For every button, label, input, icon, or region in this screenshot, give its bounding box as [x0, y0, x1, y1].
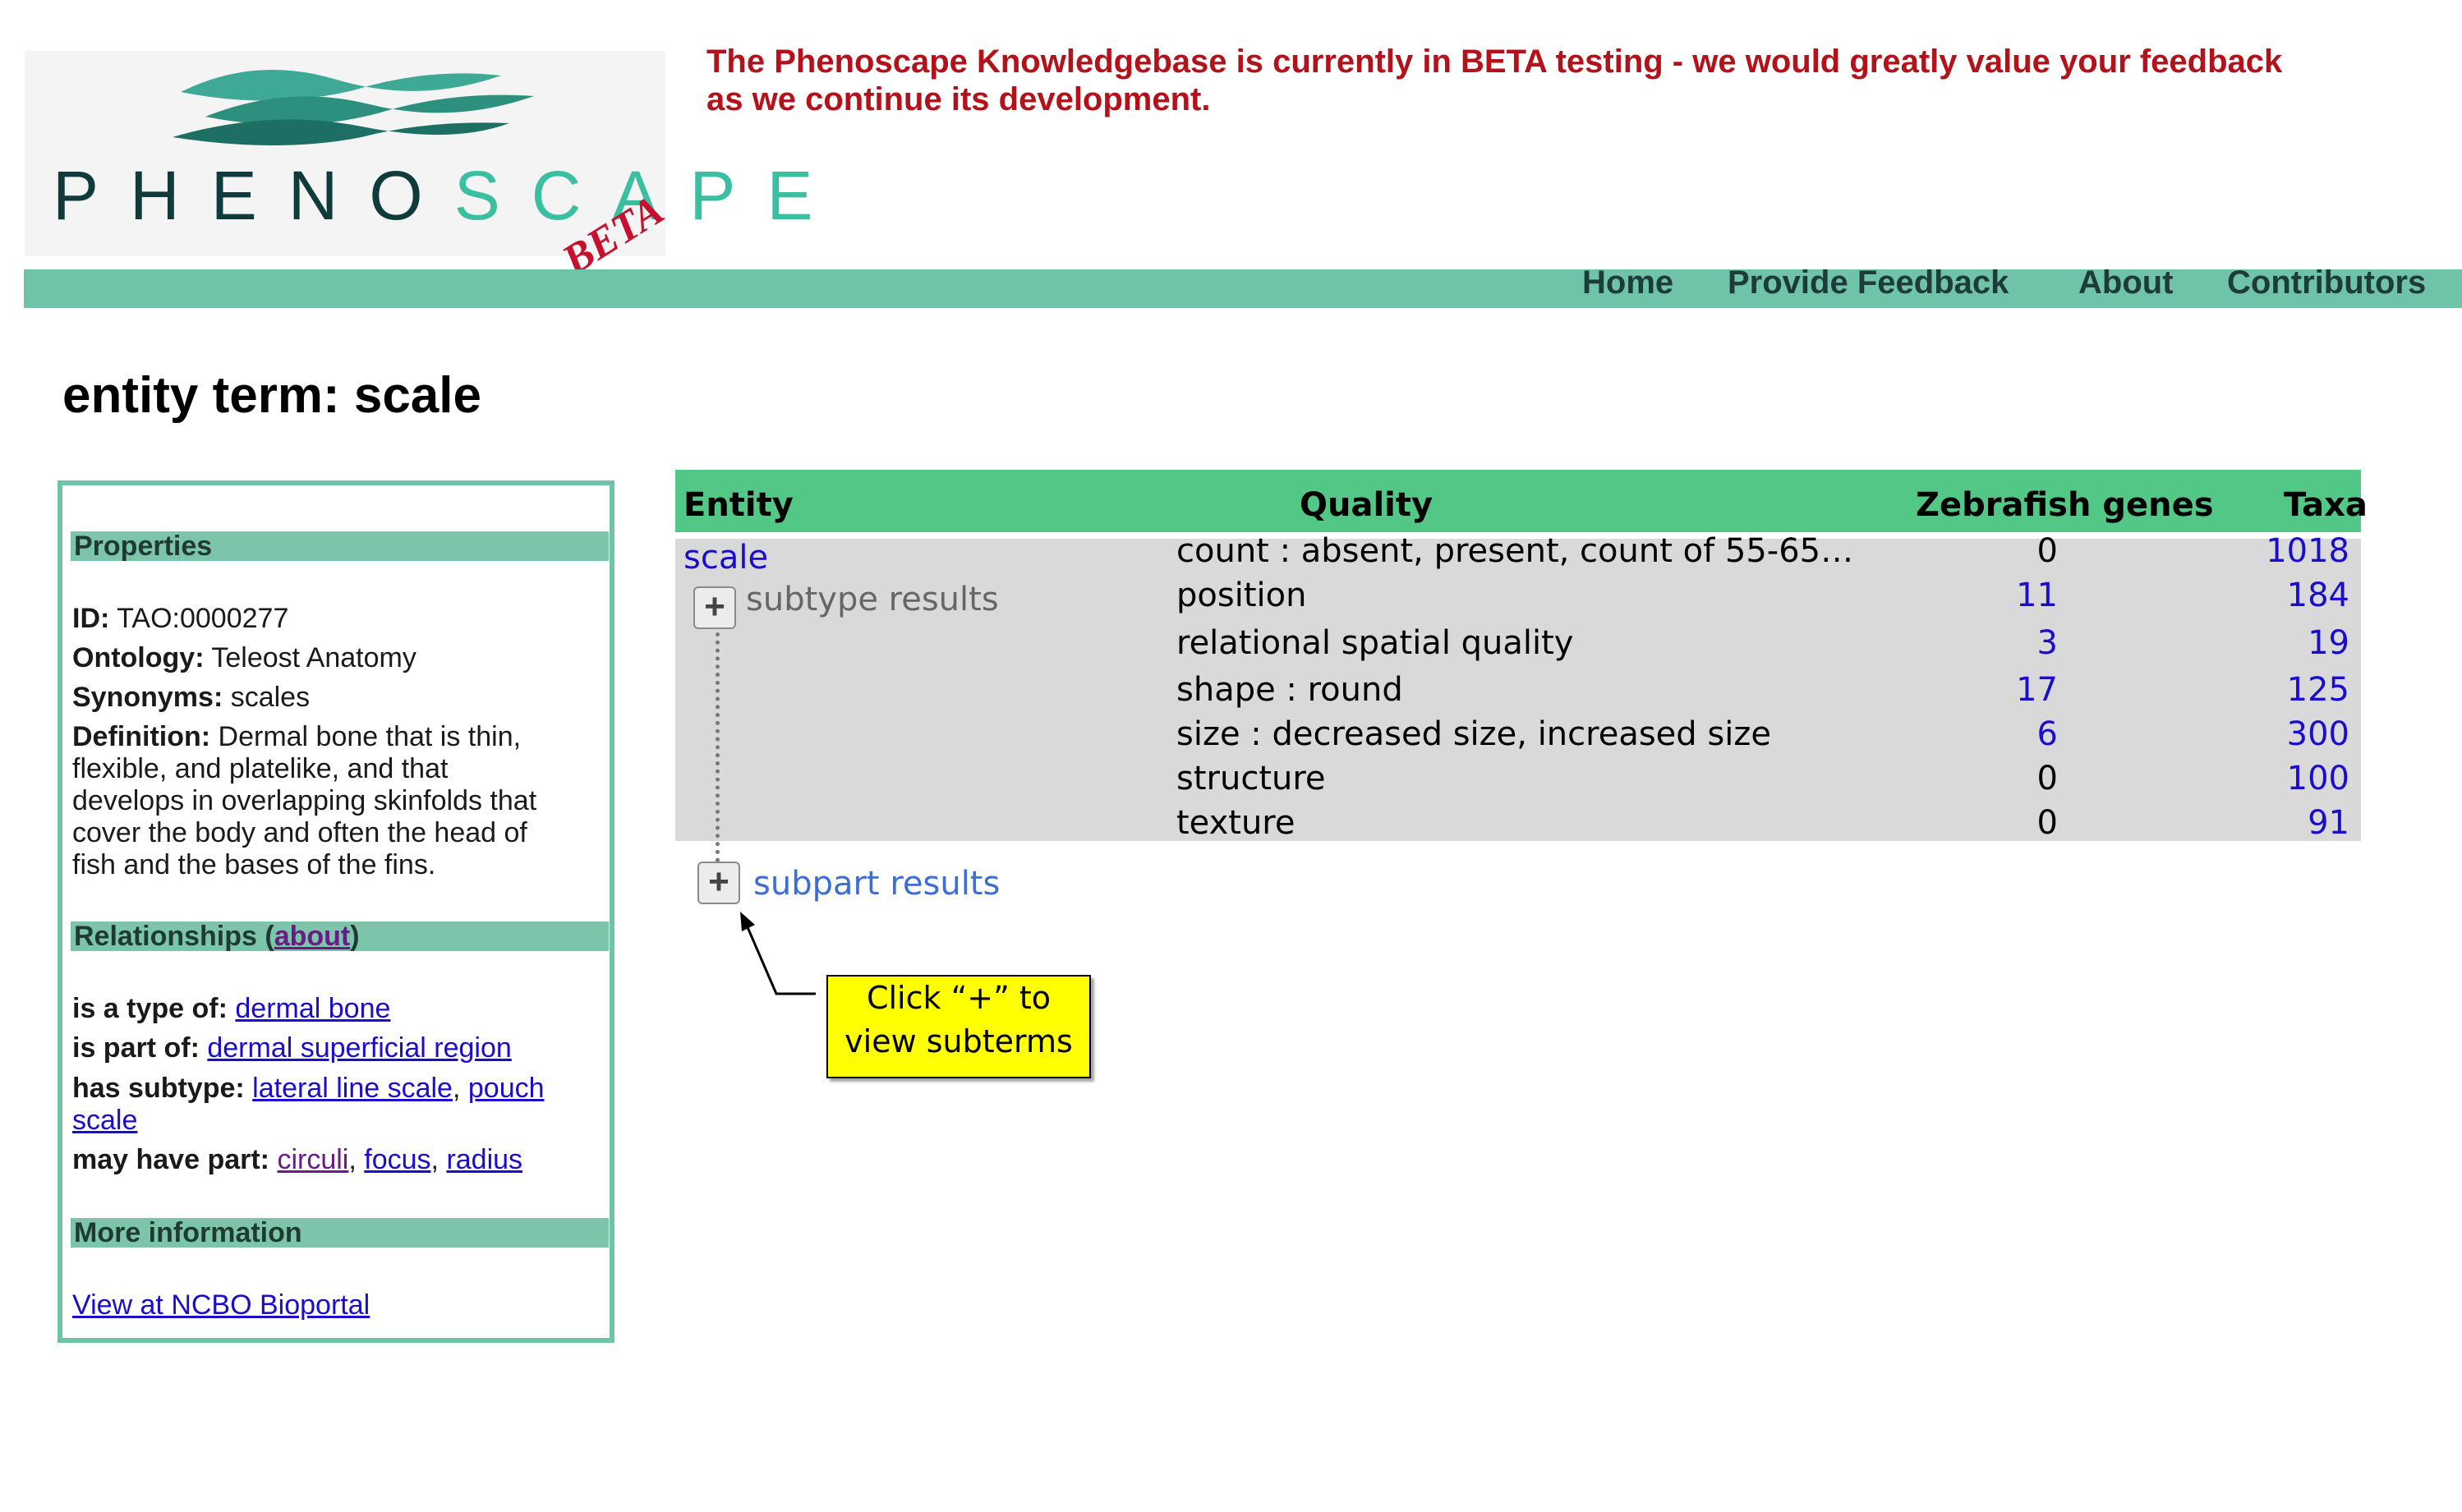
header-zebrafish-genes: Zebrafish genes	[1916, 486, 2214, 524]
circuli-link[interactable]: circuli	[277, 1144, 348, 1175]
nav-contributors-link[interactable]: Contributors	[2227, 264, 2426, 301]
logo-wordmark: PHENOSCAPE	[53, 157, 844, 234]
taxa-cell[interactable]: 91	[2308, 804, 2349, 842]
nav-about-link[interactable]: About	[2078, 264, 2174, 301]
pouch-scale-link-cont[interactable]: scale	[72, 1105, 137, 1136]
relationships-about-link[interactable]: about	[274, 921, 351, 952]
is-part-row: is part of: dermal superficial region	[72, 1032, 512, 1064]
is-type-row: is a type of: dermal bone	[72, 993, 391, 1024]
quality-cell: structure	[1176, 760, 1326, 797]
taxa-cell[interactable]: 19	[2308, 624, 2349, 662]
zebrafish-genes-cell: 0	[2036, 760, 2058, 797]
taxa-cell[interactable]: 184	[2287, 577, 2349, 614]
quality-cell: position	[1176, 577, 1307, 614]
bioportal-row: View at NCBO Bioportal	[72, 1289, 370, 1321]
taxa-cell[interactable]: 100	[2287, 760, 2349, 797]
subpart-results-label[interactable]: subpart results	[753, 865, 1000, 903]
quality-cell: relational spatial quality	[1176, 624, 1574, 662]
has-subtype-row-cont: scale	[72, 1105, 137, 1137]
may-have-part-row: may have part: circuli, focus, radius	[72, 1144, 523, 1175]
header-quality: Quality	[1300, 486, 1433, 524]
properties-header: Properties	[71, 531, 609, 561]
definition-line: cover the body and often the head of	[72, 817, 527, 848]
zebrafish-genes-cell[interactable]: 6	[2037, 715, 2058, 753]
entity-scale-link[interactable]: scale	[683, 539, 768, 577]
focus-link[interactable]: focus	[364, 1144, 430, 1175]
zebrafish-genes-cell: 0	[2036, 804, 2058, 842]
callout-line-2: view subterms	[844, 1023, 1073, 1059]
definition-row: Definition: Dermal bone that is thin,	[72, 721, 522, 752]
zebrafish-genes-cell: 0	[2036, 532, 2058, 570]
radius-link[interactable]: radius	[446, 1144, 522, 1175]
zebrafish-genes-cell[interactable]: 17	[2016, 671, 2058, 709]
expand-subpart-plus-icon[interactable]: +	[697, 862, 740, 904]
synonyms-row: Synonyms: scales	[72, 682, 311, 713]
definition-line: fish and the bases of the fins.	[72, 849, 436, 880]
pouch-scale-link[interactable]: pouch	[468, 1073, 545, 1104]
quality-cell: shape : round	[1176, 671, 1403, 709]
taxa-cell[interactable]: 125	[2287, 671, 2349, 709]
definition-line: develops in overlapping skinfolds that	[72, 785, 537, 816]
definition-line: flexible, and platelike, and that	[72, 753, 449, 784]
lateral-line-scale-link[interactable]: lateral line scale	[252, 1073, 453, 1104]
expand-subtype-plus-icon[interactable]: +	[693, 586, 736, 629]
waves-icon	[173, 70, 534, 145]
quality-cell: count : absent, present, count of 55-65…	[1176, 532, 1854, 570]
has-subtype-row: has subtype: lateral line scale, pouch	[72, 1073, 545, 1104]
phenoscape-logo[interactable]: PHENOSCAPE BETA	[25, 51, 813, 284]
id-row: ID: TAO:0000277	[72, 603, 289, 634]
arrow-pointer-icon	[740, 912, 816, 995]
callout-line-1: Click “+” to	[866, 980, 1052, 1016]
quality-cell: texture	[1176, 804, 1295, 842]
relationships-header: Relationships (about)	[71, 921, 609, 951]
more-info-header: More information	[71, 1218, 609, 1248]
zebrafish-genes-cell[interactable]: 3	[2037, 624, 2058, 662]
header-taxa: Taxa	[2284, 486, 2368, 524]
ontology-row: Ontology: Teleost Anatomy	[72, 642, 416, 673]
dermal-superficial-region-link[interactable]: dermal superficial region	[207, 1032, 511, 1064]
header-entity: Entity	[683, 486, 794, 524]
callout-tooltip: Click “+” to view subterms	[826, 975, 1091, 1078]
table-header-row: Entity Quality Zebrafish genes Taxa	[675, 470, 2368, 532]
zebrafish-genes-cell[interactable]: 11	[2016, 577, 2058, 614]
nav-home-link[interactable]: Home	[1582, 264, 1673, 301]
banner-line-2: as we continue its development.	[706, 81, 1211, 117]
nav-feedback-link[interactable]: Provide Feedback	[1728, 264, 2009, 301]
banner-line-1: The Phenoscape Knowledgebase is currentl…	[706, 44, 2283, 80]
taxa-cell[interactable]: 1018	[2266, 532, 2349, 570]
quality-cell: size : decreased size, increased size	[1176, 715, 1771, 753]
dermal-bone-link[interactable]: dermal bone	[235, 993, 390, 1024]
subtype-results-label[interactable]: subtype results	[746, 581, 999, 618]
bioportal-link[interactable]: View at NCBO Bioportal	[72, 1289, 370, 1321]
page-title: entity term: scale	[62, 367, 481, 424]
beta-banner: The Phenoscape Knowledgebase is currentl…	[706, 43, 2440, 118]
tree-connector	[716, 632, 720, 862]
taxa-cell[interactable]: 300	[2287, 715, 2349, 753]
